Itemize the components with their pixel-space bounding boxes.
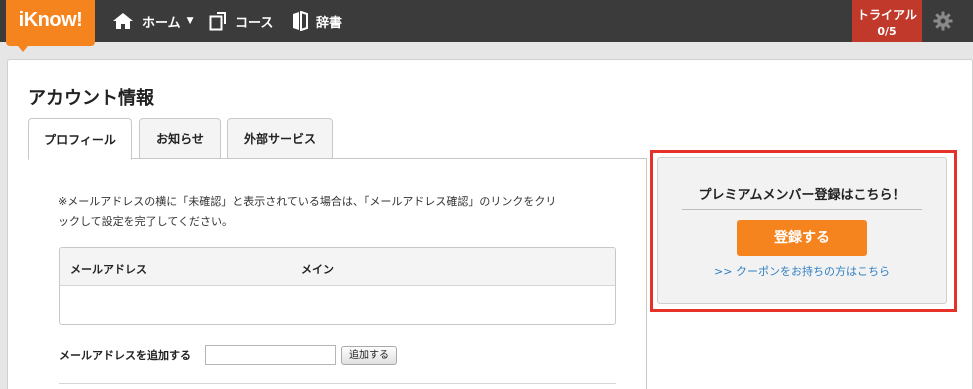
register-button[interactable]: 登録する xyxy=(737,220,867,256)
page-title: アカウント情報 xyxy=(28,88,154,109)
email-table: メールアドレス メイン xyxy=(59,247,616,325)
add-email-label: メールアドレスを追加する xyxy=(59,349,191,362)
nav-course-label: コース xyxy=(235,15,274,31)
divider xyxy=(59,383,616,384)
logo-tail xyxy=(18,46,28,52)
logo-text: iKnow! xyxy=(18,9,83,31)
tab-profile[interactable]: プロフィール xyxy=(28,118,132,160)
tab-external-services[interactable]: 外部サービス xyxy=(227,118,333,159)
premium-divider xyxy=(682,209,922,210)
note-line: ックして設定を完了してください。 xyxy=(58,215,234,228)
home-icon xyxy=(113,13,133,29)
trial-label: トライアル xyxy=(857,8,917,22)
table-header: メールアドレス メイン xyxy=(60,248,615,286)
trial-count: 0/5 xyxy=(877,25,897,38)
add-email-input[interactable] xyxy=(205,345,336,365)
course-icon xyxy=(209,11,226,30)
nav-dictionary[interactable]: 辞書 xyxy=(292,0,342,42)
email-verification-note: ※メールアドレスの横に「未確認」と表示されている場合は、「メールアドレス確認」の… xyxy=(58,192,618,232)
iknow-logo[interactable]: iKnow! xyxy=(6,0,95,52)
column-email-address: メールアドレス xyxy=(70,263,147,276)
premium-title: プレミアムメンバー登録はこちら！ xyxy=(698,188,906,203)
nav-course[interactable]: コース xyxy=(209,0,273,42)
nav-dictionary-label: 辞書 xyxy=(316,15,343,31)
nav-home[interactable]: ホーム ▼ xyxy=(112,0,194,42)
chevron-down-icon: ▼ xyxy=(186,16,194,26)
dictionary-icon xyxy=(293,11,308,31)
nav-home-label: ホーム xyxy=(142,15,181,31)
column-main: メイン xyxy=(301,263,334,276)
add-email-button[interactable]: 追加する xyxy=(341,346,397,365)
tab-notifications[interactable]: お知らせ xyxy=(139,118,221,159)
trial-badge[interactable]: トライアル 0/5 xyxy=(852,0,922,42)
note-line: ※メールアドレスの横に「未確認」と表示されている場合は、「メールアドレス確認」の… xyxy=(58,195,557,208)
coupon-link[interactable]: >> クーポンをお持ちの方はこちら xyxy=(657,263,947,279)
gear-icon[interactable] xyxy=(933,11,953,31)
